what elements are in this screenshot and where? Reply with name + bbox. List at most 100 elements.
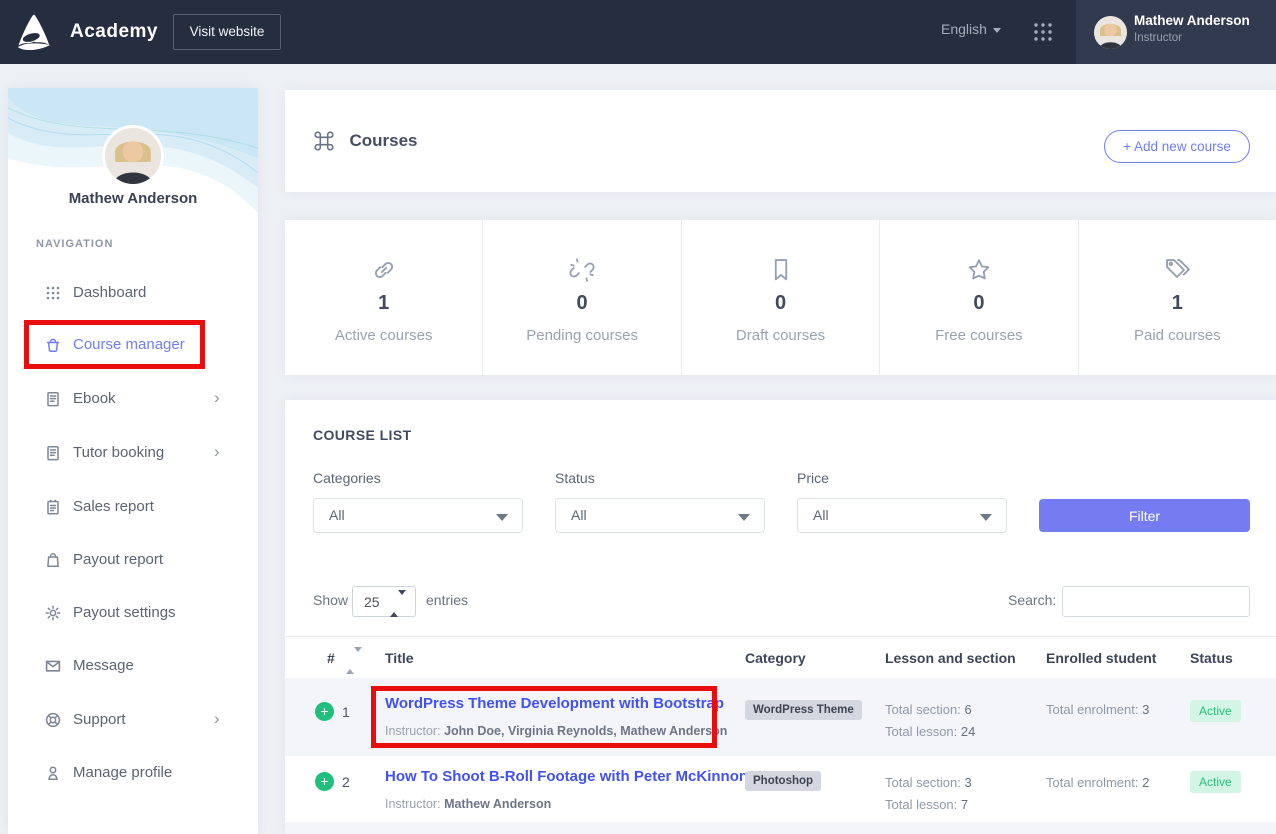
lifebuoy-icon <box>44 711 62 729</box>
status-badge: Active <box>1190 771 1241 793</box>
user-role: Instructor <box>1134 32 1182 44</box>
stat-label: Paid courses <box>1079 327 1276 344</box>
course-title-link[interactable]: How To Shoot B-Roll Footage with Peter M… <box>385 768 748 785</box>
price-select[interactable]: All <box>797 498 1007 533</box>
filter-button[interactable]: Filter <box>1039 499 1250 532</box>
sidebar-item-support[interactable]: Support › <box>8 706 258 736</box>
sidebar-item-tutor-booking[interactable]: Tutor booking › <box>8 439 258 469</box>
top-navbar: Academy Visit website English Mathew And… <box>0 0 1276 64</box>
clipboard-icon <box>44 498 62 516</box>
sidebar-item-ebook[interactable]: Ebook › <box>8 385 258 415</box>
sidebar-item-manage-profile[interactable]: Manage profile <box>8 759 258 789</box>
entries-label: entries <box>426 592 468 608</box>
courses-header-card: Courses + Add new course <box>285 90 1276 192</box>
categories-filter-label: Categories <box>313 470 381 486</box>
table-row: + 2 How To Shoot B-Roll Footage with Pet… <box>285 756 1276 822</box>
status-filter-label: Status <box>555 470 595 486</box>
stat-value: 0 <box>483 292 680 315</box>
status-select[interactable]: All <box>555 498 765 533</box>
total-lesson: Total lesson: 24 <box>885 724 975 739</box>
expand-row-button[interactable]: + <box>315 772 334 791</box>
sidebar-item-dashboard[interactable]: Dashboard <box>8 279 258 309</box>
sidebar-item-payout-settings[interactable]: Payout settings <box>8 599 258 629</box>
col-index[interactable]: # <box>327 650 335 666</box>
total-enrolment: Total enrolment: 2 <box>1046 775 1149 790</box>
envelope-icon <box>44 657 62 675</box>
avatar <box>1094 16 1127 49</box>
categories-select[interactable]: All <box>313 498 523 533</box>
category-badge: Photoshop <box>745 771 821 791</box>
price-filter-label: Price <box>797 470 829 486</box>
brand-title: Academy <box>70 0 158 64</box>
course-list-card: COURSE LIST Categories Status Price All … <box>285 400 1276 834</box>
caret-down-icon <box>980 514 992 521</box>
show-label: Show <box>313 592 348 608</box>
command-icon <box>313 130 335 152</box>
col-enrolled[interactable]: Enrolled student <box>1046 650 1156 666</box>
search-input[interactable] <box>1062 586 1250 617</box>
course-list-title: COURSE LIST <box>313 427 412 443</box>
sidebar-item-message[interactable]: Message <box>8 652 258 682</box>
sort-updown-icon <box>390 595 406 613</box>
caret-down-icon <box>738 514 750 521</box>
academy-logo-icon <box>12 10 56 54</box>
search-label: Search: <box>1008 592 1056 608</box>
sidebar-item-course-manager[interactable]: Course manager <box>8 331 258 361</box>
sidebar: Mathew Anderson NAVIGATION Dashboard Cou… <box>8 88 258 834</box>
add-new-course-button[interactable]: + Add new course <box>1104 130 1250 163</box>
course-instructors: Instructor: Mathew Anderson <box>385 797 551 811</box>
stat-label: Free courses <box>880 327 1077 344</box>
sort-icon[interactable] <box>346 652 362 670</box>
navigation-section-label: NAVIGATION <box>36 238 113 250</box>
col-status[interactable]: Status <box>1190 650 1233 666</box>
page-title: Courses <box>349 131 417 151</box>
stat-paid-courses: 1 Paid courses <box>1079 220 1276 375</box>
stat-label: Draft courses <box>682 327 879 344</box>
stat-free-courses: 0 Free courses <box>880 220 1078 375</box>
table-header-row: # Title Category Lesson and section Enro… <box>285 636 1276 678</box>
person-icon <box>44 764 62 782</box>
total-section: Total section: 6 <box>885 702 972 717</box>
dashboard-grid-icon <box>44 284 62 302</box>
bag-icon <box>44 551 62 569</box>
basket-icon <box>44 336 62 354</box>
row-index: 2 <box>342 774 350 790</box>
status-badge: Active <box>1190 700 1241 722</box>
bookmark-icon <box>767 256 795 284</box>
stat-value: 0 <box>682 292 879 315</box>
chevron-right-icon: › <box>214 442 220 462</box>
chevron-down-icon <box>993 28 1001 33</box>
sidebar-item-payout-report[interactable]: Payout report <box>8 546 258 576</box>
course-instructors: Instructor: John Doe, Virginia Reynolds,… <box>385 724 727 738</box>
book-icon <box>44 444 62 462</box>
table-row-partial <box>285 822 1276 834</box>
caret-down-icon <box>496 514 508 521</box>
link-icon <box>370 256 398 284</box>
stat-value: 0 <box>880 292 1077 315</box>
course-title-link[interactable]: WordPress Theme Development with Bootstr… <box>385 695 724 712</box>
row-index: 1 <box>342 704 350 720</box>
profile-name: Mathew Anderson <box>8 190 258 207</box>
gear-icon <box>44 604 62 622</box>
stat-pending-courses: 0 Pending courses <box>483 220 681 375</box>
page-size-select[interactable]: 25 <box>352 586 416 617</box>
total-enrolment: Total enrolment: 3 <box>1046 702 1149 717</box>
user-name: Mathew Anderson <box>1134 13 1250 28</box>
user-menu[interactable]: Mathew Anderson Instructor <box>1076 0 1276 64</box>
apps-grid-icon[interactable] <box>1033 22 1053 42</box>
visit-website-button[interactable]: Visit website <box>173 14 281 50</box>
col-title[interactable]: Title <box>385 650 414 666</box>
sidebar-item-sales-report[interactable]: Sales report <box>8 493 258 523</box>
total-lesson: Total lesson: 7 <box>885 797 968 812</box>
star-icon <box>965 256 993 284</box>
col-lesson-section[interactable]: Lesson and section <box>885 650 1016 666</box>
col-category[interactable]: Category <box>745 650 806 666</box>
expand-row-button[interactable]: + <box>315 702 334 721</box>
language-dropdown[interactable]: English <box>941 21 1001 37</box>
stat-draft-courses: 0 Draft courses <box>682 220 880 375</box>
category-badge: WordPress Theme <box>745 700 862 720</box>
stat-value: 1 <box>285 292 482 315</box>
profile-avatar <box>105 128 161 184</box>
stat-label: Pending courses <box>483 327 680 344</box>
stat-label: Active courses <box>285 327 482 344</box>
